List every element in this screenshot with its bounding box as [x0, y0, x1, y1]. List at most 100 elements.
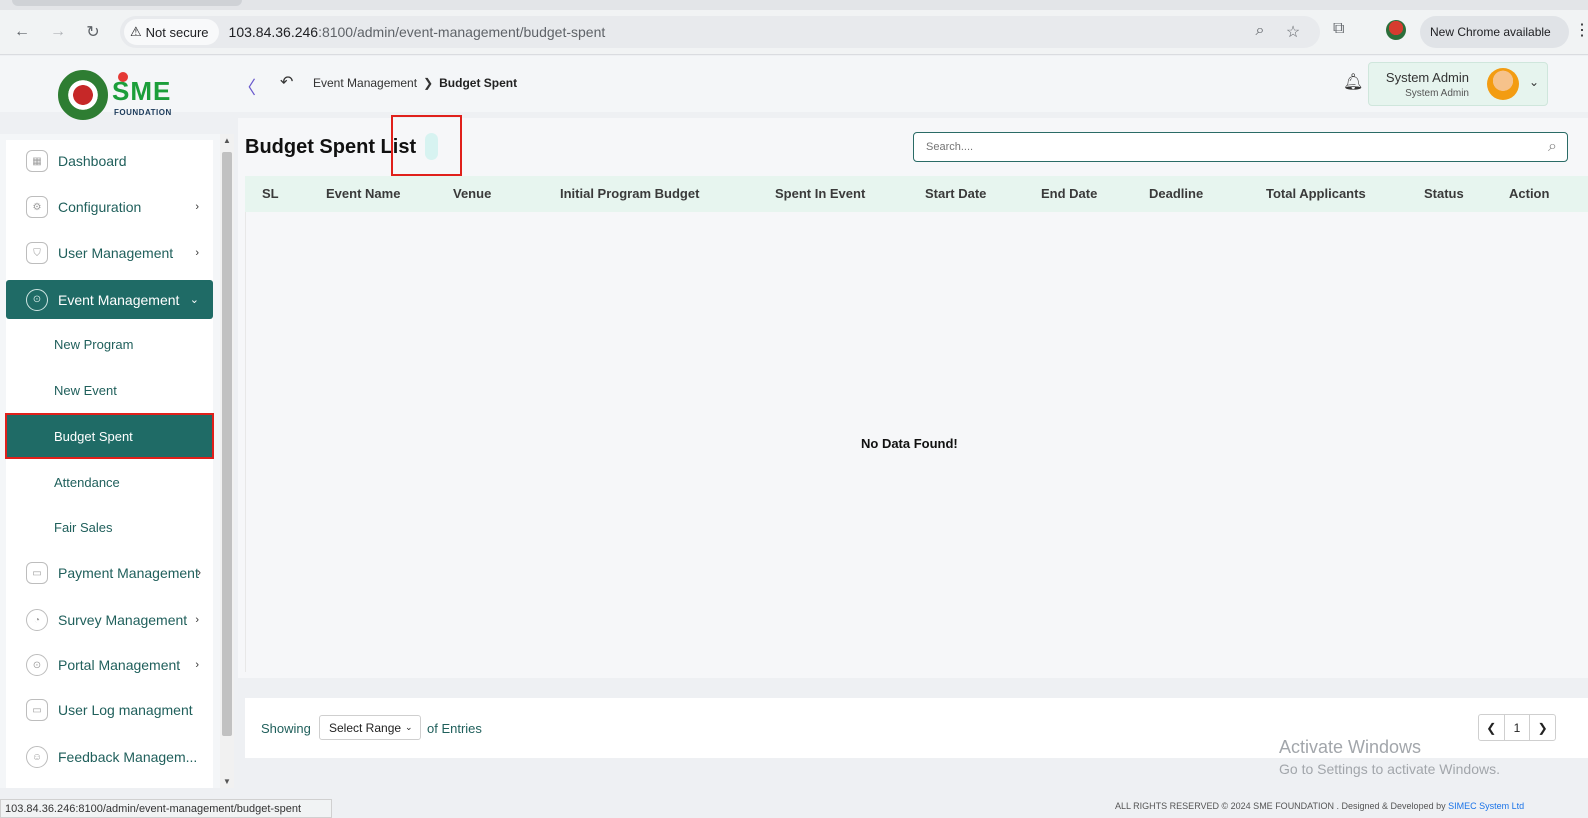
- sidebar-item-feedback-management[interactable]: ☺ Feedback Managem...: [6, 737, 213, 777]
- collapse-sidebar-icon[interactable]: 〈: [238, 74, 256, 100]
- sidebar-scrollbar[interactable]: ▲ ▼: [220, 134, 234, 788]
- range-select-label: Select Range: [329, 720, 402, 735]
- back-icon[interactable]: ↶: [280, 72, 293, 92]
- sidebar-item-user-log[interactable]: ▭ User Log managment: [6, 690, 213, 730]
- column-header-total-applicants: Total Applicants: [1266, 186, 1366, 201]
- column-header-venue: Venue: [453, 186, 492, 201]
- next-page-button[interactable]: ❯: [1530, 715, 1555, 740]
- sidebar-item-label: Dashboard: [58, 153, 127, 169]
- sidebar-subitem-fair-sales[interactable]: Fair Sales: [6, 507, 213, 547]
- user-role: System Admin: [1405, 88, 1469, 99]
- activate-windows-subtitle: Go to Settings to activate Windows.: [1279, 761, 1500, 777]
- user-menu[interactable]: System Admin System Admin ⌄: [1368, 62, 1548, 106]
- status-bar-url: 103.84.36.246:8100/admin/event-managemen…: [0, 799, 332, 818]
- new-chrome-button[interactable]: New Chrome available: [1420, 16, 1569, 48]
- empty-state-message: No Data Found!: [861, 436, 958, 451]
- sidebar-item-label: Payment Management: [58, 565, 199, 581]
- address-bar[interactable]: ⚠ Not secure 103.84.36.246:8100/admin/ev…: [120, 16, 1320, 48]
- browser-tab[interactable]: [12, 0, 242, 6]
- chevron-right-icon: ›: [195, 247, 199, 259]
- entries-label: of Entries: [427, 721, 482, 736]
- user-name: System Admin: [1385, 70, 1469, 85]
- breadcrumb-separator-icon: ❯: [423, 76, 434, 90]
- sidebar-item-label: Survey Management: [58, 612, 188, 628]
- security-label: Not secure: [145, 24, 209, 40]
- copyright-footer: ALL RIGHTS RESERVED © 2024 SME FOUNDATIO…: [1115, 801, 1524, 811]
- scroll-down-icon[interactable]: ▼: [223, 777, 231, 786]
- column-header-status: Status: [1424, 186, 1464, 201]
- search-input[interactable]: [914, 133, 1514, 161]
- copyright-text: ALL RIGHTS RESERVED © 2024 SME FOUNDATIO…: [1115, 801, 1446, 811]
- lock-icon: ⊙: [26, 654, 48, 676]
- sidebar-item-label: Portal Management: [58, 657, 181, 673]
- bell-icon[interactable]: 🔔︎: [1343, 72, 1363, 92]
- scroll-up-icon[interactable]: ▲: [223, 136, 231, 145]
- developer-link[interactable]: SIMEC System Ltd: [1448, 801, 1524, 811]
- sidebar-item-label: User Log managment: [58, 702, 193, 718]
- grid-icon: ▦: [26, 150, 48, 172]
- chevron-right-icon: ›: [195, 201, 199, 213]
- search-field[interactable]: ⌕: [913, 132, 1568, 162]
- column-header-spent-in-event: Spent In Event: [775, 186, 866, 201]
- table-header: SL Event Name Venue Initial Program Budg…: [245, 176, 1588, 212]
- breadcrumb-current: Budget Spent: [439, 76, 518, 90]
- security-chip[interactable]: ⚠ Not secure: [124, 19, 219, 45]
- sidebar-item-portal-management[interactable]: ⊙ Portal Management ›: [6, 645, 213, 685]
- reload-icon[interactable]: ↻: [81, 20, 105, 44]
- column-header-end-date: End Date: [1041, 186, 1098, 201]
- sidebar-item-user-management[interactable]: ⛉ User Management ›: [6, 233, 213, 273]
- logo-text: SME: [112, 76, 172, 106]
- browser-toolbar: ← → ↻ ⚠ Not secure 103.84.36.246:8100/ad…: [0, 0, 1588, 55]
- browser-profile-avatar[interactable]: [1386, 20, 1406, 40]
- highlight-box: [391, 115, 462, 176]
- scrollbar-thumb[interactable]: [222, 152, 232, 736]
- page-number-button[interactable]: 1: [1503, 715, 1531, 740]
- warning-icon: ⚠: [130, 24, 142, 39]
- browser-menu-icon[interactable]: ⋮: [1574, 20, 1588, 40]
- range-select[interactable]: Select Range ⌄: [319, 715, 421, 740]
- tab-strip: [0, 0, 1588, 10]
- chevron-down-icon: ⌄: [405, 722, 413, 732]
- pagination: ❮ 1 ❯: [1478, 714, 1556, 741]
- extensions-icon[interactable]: ⧉: [1333, 20, 1344, 38]
- sme-logo[interactable]: SME FOUNDATION: [58, 62, 180, 122]
- column-header-start-date: Start Date: [925, 186, 987, 201]
- logo-subtext: FOUNDATION: [114, 108, 172, 117]
- showing-label: Showing: [261, 721, 311, 736]
- sidebar-item-label: Event Management: [58, 291, 180, 308]
- breadcrumb: Event Management ❯ Budget Spent: [313, 76, 517, 90]
- column-header-deadline: Deadline: [1149, 186, 1204, 201]
- column-header-event-name: Event Name: [326, 186, 401, 201]
- url-host: 103.84.36.246: [228, 24, 319, 40]
- sidebar-item-event-management[interactable]: ⊙ Event Management ⌄: [6, 280, 213, 319]
- forward-arrow-icon[interactable]: →: [46, 20, 70, 44]
- chevron-right-icon: ›: [195, 614, 199, 626]
- search-icon[interactable]: ⌕: [1548, 138, 1557, 156]
- money-icon: ▭: [26, 562, 48, 584]
- sidebar-item-label: Feedback Managem...: [58, 749, 198, 765]
- government-seal-icon: [58, 70, 108, 120]
- url-text[interactable]: 103.84.36.246:8100/admin/event-managemen…: [229, 24, 606, 40]
- zoom-icon[interactable]: ⌕: [1250, 22, 1270, 42]
- sidebar-item-payment-management[interactable]: ▭ Payment Management ›: [6, 553, 213, 593]
- sidebar-subitem-new-program[interactable]: New Program: [6, 324, 213, 364]
- breadcrumb-parent[interactable]: Event Management: [313, 76, 417, 90]
- sidebar-item-survey-management[interactable]: ◔ Survey Management ›: [6, 600, 213, 640]
- bookmark-star-icon[interactable]: ☆: [1283, 22, 1303, 42]
- sidebar-item-dashboard[interactable]: ▦ Dashboard: [6, 141, 213, 181]
- sidebar-subitem-new-event[interactable]: New Event: [6, 370, 213, 410]
- avatar: [1487, 68, 1519, 100]
- chevron-down-icon[interactable]: ⌄: [1529, 75, 1539, 89]
- chevron-down-icon: ⌄: [189, 294, 199, 306]
- sidebar-subitem-budget-spent[interactable]: Budget Spent: [5, 413, 214, 459]
- config-icon: ⚙: [26, 196, 48, 218]
- sidebar-item-label: User Management: [58, 245, 174, 261]
- money-icon: ▭: [26, 699, 48, 721]
- chevron-right-icon: ›: [195, 659, 199, 671]
- back-arrow-icon[interactable]: ←: [10, 20, 34, 44]
- sidebar-item-configuration[interactable]: ⚙ Configuration ›: [6, 187, 213, 227]
- sidebar-subitem-attendance[interactable]: Attendance: [6, 462, 213, 502]
- prev-page-button[interactable]: ❮: [1479, 715, 1504, 740]
- pie-icon: ◔: [26, 609, 48, 631]
- activate-windows-title: Activate Windows: [1279, 737, 1422, 757]
